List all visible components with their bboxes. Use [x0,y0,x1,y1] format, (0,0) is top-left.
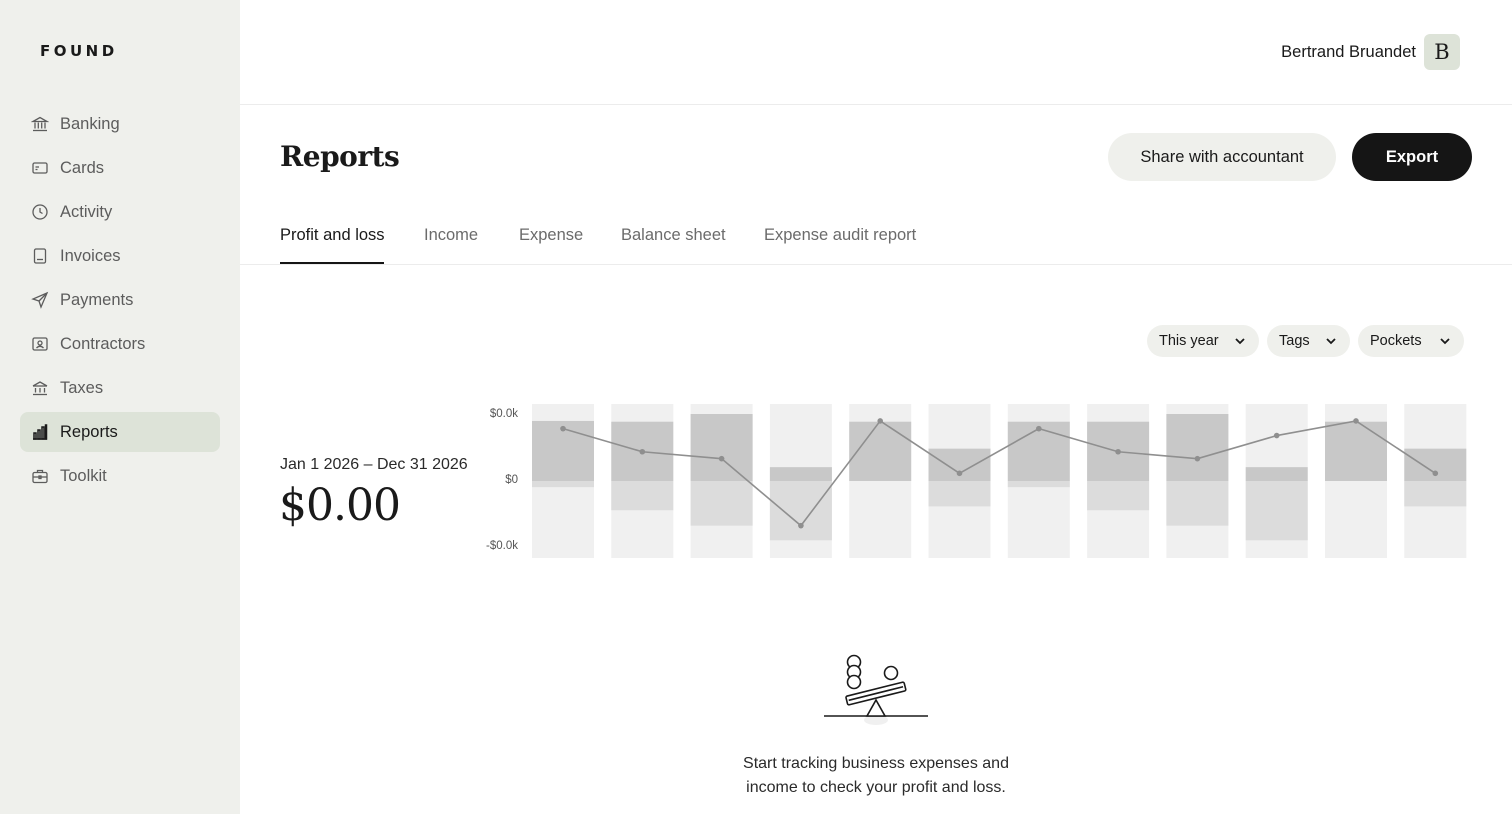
bank-icon [31,115,49,133]
seesaw-balance-icon [824,654,928,725]
tab-expense-audit-report[interactable]: Expense audit report [764,226,916,245]
sidebar-item-activity[interactable]: Activity [20,192,220,232]
pockets-filter-label: Pockets [1370,333,1422,349]
sidebar-item-label: Banking [60,114,120,133]
expense-bar [532,481,594,488]
chevron-down-icon [1326,338,1336,345]
tab-profit-and-loss[interactable]: Profit and loss [280,226,385,245]
net-point [1273,432,1280,439]
user-menu[interactable]: Bertrand Bruandet B [1281,34,1460,70]
app-logo[interactable]: FOUND [40,42,118,60]
expense-bar [611,481,674,511]
income-bar [690,414,753,481]
tags-filter-label: Tags [1279,333,1310,349]
avatar[interactable]: B [1424,34,1460,70]
net-point [1036,425,1042,432]
page-title: Reports [280,140,400,173]
contractor-icon [31,335,49,353]
sidebar-item-banking[interactable]: Banking [20,104,220,144]
income-bar [1245,467,1308,481]
expense-bar [1404,481,1467,507]
net-point [1115,448,1121,455]
send-icon [31,291,49,309]
expense-bar [1007,481,1070,488]
net-point [1194,455,1201,462]
sidebar-item-label: Payments [60,290,134,309]
sidebar-item-reports[interactable]: Reports [20,412,220,452]
sidebar-item-toolkit[interactable]: Toolkit [20,456,220,496]
top-bar: Bertrand Bruandet B [240,0,1512,105]
income-bar [1404,448,1467,481]
tab-expense[interactable]: Expense [519,226,583,245]
net-point [718,455,725,462]
tab-income[interactable]: Income [424,226,478,245]
sidebar-item-label: Taxes [60,378,104,397]
government-building-icon [31,379,49,397]
net-point [1432,470,1439,477]
sidebar-item-label: Activity [60,202,113,221]
expense-bar [690,481,753,526]
expense-bar [1245,481,1308,541]
profit-loss-chart: $0.0k $0 -$0.0k [470,395,1480,570]
export-button[interactable]: Export [1352,133,1472,181]
date-range: Jan 1 2026 – Dec 31 2026 [280,456,468,473]
sidebar-item-taxes[interactable]: Taxes [20,368,220,408]
empty-state-line-1: Start tracking business expenses and [743,755,1009,772]
bar-chart-icon [31,423,49,441]
period-filter-label: This year [1159,333,1219,349]
net-point [798,522,804,529]
chevron-down-icon [1440,338,1450,345]
chevron-down-icon [1235,338,1245,345]
expense-bar [928,481,991,507]
net-point [560,425,566,432]
sidebar-item-label: Reports [60,422,118,441]
income-bar [1166,414,1229,481]
pockets-filter[interactable]: Pockets [1358,325,1464,357]
card-icon [31,159,49,177]
tab-balance-sheet[interactable]: Balance sheet [621,226,726,245]
sidebar: FOUND Banking Cards Activity Invoices Pa… [0,0,240,814]
sidebar-item-label: Cards [60,158,105,177]
empty-state-message: Start tracking business expenses and inc… [726,752,1026,800]
income-bar [928,448,991,481]
expense-bar [769,481,832,541]
user-name: Bertrand Bruandet [1281,42,1416,61]
net-point [639,448,646,455]
sidebar-item-label: Invoices [60,246,121,265]
active-tab-indicator [280,262,384,264]
income-bar [769,467,832,481]
report-tabs: Profit and loss Income Expense Balance s… [240,214,1512,265]
expense-bar [1166,481,1229,526]
net-point [877,418,883,424]
expense-bar [1087,481,1150,511]
invoice-icon [31,247,49,265]
chart-plot [532,404,1467,558]
net-total: $0.00 [279,480,401,531]
income-bar [849,421,912,481]
sidebar-item-label: Contractors [60,334,146,353]
sidebar-item-label: Toolkit [60,466,107,485]
sidebar-item-contractors[interactable]: Contractors [20,324,220,364]
tags-filter[interactable]: Tags [1267,325,1350,357]
period-filter[interactable]: This year [1147,325,1259,357]
sidebar-nav: Banking Cards Activity Invoices Payments [20,104,220,500]
net-point [956,470,963,477]
net-point [1353,418,1359,424]
income-bar [1325,421,1387,481]
sidebar-item-cards[interactable]: Cards [20,148,220,188]
share-with-accountant-button[interactable]: Share with accountant [1108,133,1336,181]
toolbox-icon [31,467,49,485]
sidebar-item-invoices[interactable]: Invoices [20,236,220,276]
sidebar-item-payments[interactable]: Payments [20,280,220,320]
clock-icon [31,203,49,221]
empty-state-line-2: income to check your profit and loss. [746,779,1006,796]
